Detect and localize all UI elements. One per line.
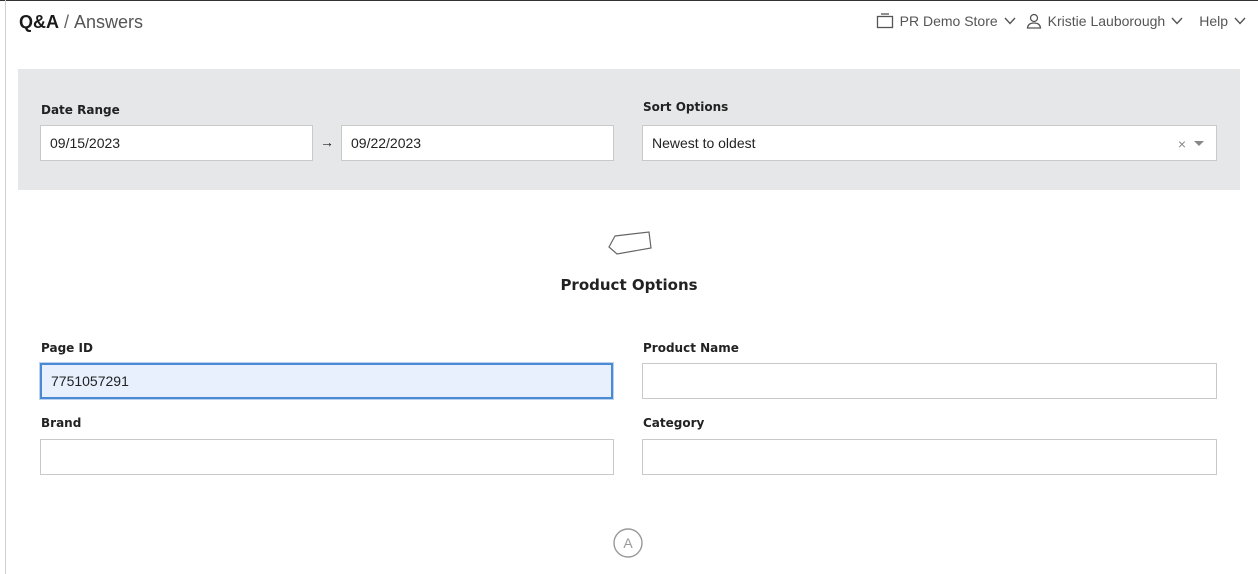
brand-input[interactable] [40,439,614,475]
date-to-input[interactable]: 09/22/2023 [341,125,614,161]
store-icon [876,13,893,29]
answer-icon: A [613,528,643,558]
breadcrumb-current-page: Answers [74,12,144,32]
sort-options-label: Sort Options [643,100,729,114]
user-icon [1026,13,1041,29]
answer-icon-letter: A [623,535,633,551]
top-navigation: PR Demo Store Kristie Lauborough Help [866,13,1246,29]
page-id-label: Page ID [41,341,93,355]
product-options-title: Product Options [560,276,698,294]
chevron-down-icon [1171,17,1183,25]
product-name-label: Product Name [643,341,739,355]
date-from-input[interactable]: 09/15/2023 [40,125,313,161]
user-menu[interactable]: Kristie Lauborough [1026,13,1184,29]
help-menu[interactable]: Help [1193,13,1246,29]
category-label: Category [643,416,705,430]
clear-icon[interactable]: × [1178,136,1186,152]
breadcrumb-root[interactable]: Q&A [19,12,59,32]
date-range-arrow: → [320,134,334,150]
sort-options-select[interactable]: Newest to oldest × [642,125,1217,161]
product-name-input[interactable] [642,363,1217,399]
brand-label: Brand [41,416,82,430]
breadcrumb-separator: / [64,12,70,32]
category-input[interactable] [642,439,1217,475]
store-selector-label: PR Demo Store [899,13,998,29]
tag-icon [608,231,652,255]
user-menu-label: Kristie Lauborough [1047,13,1166,29]
page-id-input[interactable]: 7751057291 [40,363,613,399]
caret-down-icon[interactable] [1194,141,1204,146]
header: Q&A / Answers PR Demo Store Kristie Laubor… [0,0,1258,50]
chevron-down-icon [1234,17,1246,25]
help-menu-label: Help [1199,13,1228,29]
chevron-down-icon [1004,17,1016,25]
date-range-label: Date Range [41,103,120,117]
store-selector[interactable]: PR Demo Store [876,13,1016,29]
sort-options-value: Newest to oldest [652,135,756,151]
breadcrumb: Q&A / Answers [19,12,143,33]
